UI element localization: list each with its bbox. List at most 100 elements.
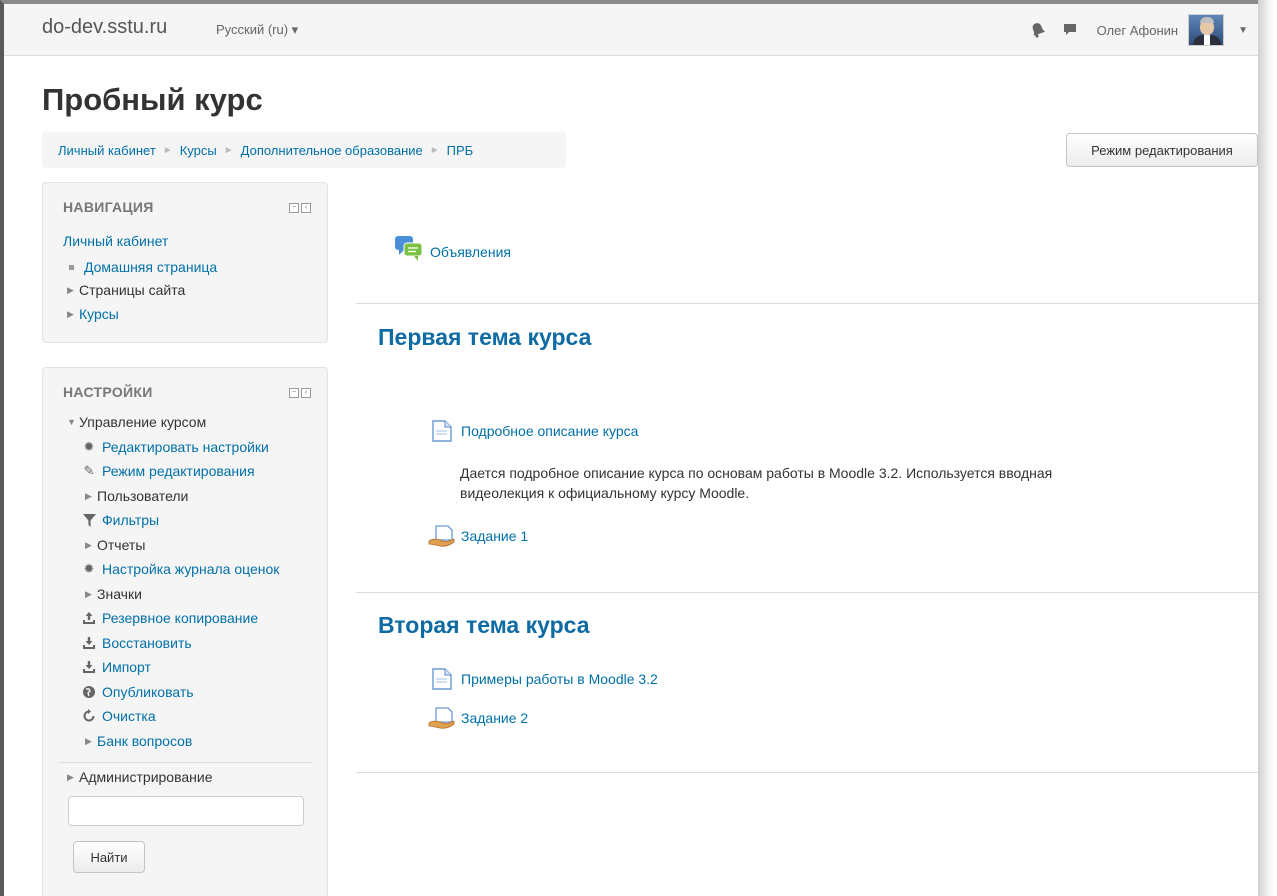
pencil-icon: ✎: [83, 463, 95, 478]
collapse-arrow-icon: ▼: [67, 417, 76, 427]
breadcrumb-course[interactable]: ПРБ: [447, 143, 474, 158]
settings-filters[interactable]: Фильтры: [81, 512, 159, 528]
activity-assignment[interactable]: Задание 2: [428, 706, 528, 730]
block-controls: − ‹: [289, 388, 311, 398]
settings-question-bank[interactable]: ▶ Банк вопросов: [85, 733, 192, 749]
site-brand-link[interactable]: do-dev.sstu.ru: [42, 16, 167, 39]
section-divider: [356, 772, 1262, 773]
window-shadow: [1258, 0, 1277, 896]
section-divider: [356, 592, 1262, 593]
activity-page[interactable]: Подробное описание курса: [432, 420, 638, 442]
expand-arrow-icon: ▶: [85, 490, 92, 501]
download-icon: [81, 635, 97, 651]
navigation-block-title: НАВИГАЦИЯ: [63, 199, 154, 215]
top-navbar: do-dev.sstu.ru Русский (ru) ▾ Олег Афони…: [4, 4, 1262, 56]
settings-divider: [59, 762, 313, 763]
settings-item-label: Значки: [97, 586, 142, 602]
nav-item-home[interactable]: Домашняя страница: [65, 259, 217, 275]
settings-restore[interactable]: Восстановить: [81, 635, 192, 651]
activity-label: Задание 2: [461, 710, 529, 726]
user-menu-caret-icon[interactable]: ▼: [1238, 25, 1248, 36]
block-controls: − ‹: [289, 203, 311, 213]
gear-icon: ✹: [83, 439, 95, 454]
breadcrumb-separator-icon: ►: [162, 144, 173, 156]
breadcrumb-separator-icon: ►: [223, 144, 234, 156]
settings-item-label: Редактировать настройки: [102, 439, 269, 455]
settings-item-label: Импорт: [102, 659, 151, 675]
nav-item-label: Домашняя страница: [84, 259, 218, 275]
breadcrumb-category[interactable]: Дополнительное образование: [241, 143, 423, 158]
browser-page: do-dev.sstu.ru Русский (ru) ▾ Олег Афони…: [0, 0, 1262, 896]
notifications-bell-icon[interactable]: [1027, 19, 1049, 41]
activity-label: Подробное описание курса: [461, 423, 639, 439]
assignment-icon: [428, 706, 456, 730]
settings-item-label: Управление курсом: [79, 414, 207, 430]
settings-badges[interactable]: ▶ Значки: [85, 586, 142, 602]
nav-dashboard-label: Личный кабинет: [63, 233, 169, 249]
edit-mode-button[interactable]: Режим редактирования: [1066, 133, 1258, 167]
settings-item-label: Фильтры: [102, 512, 160, 528]
nav-item-site-pages[interactable]: ▶ Страницы сайта: [67, 282, 185, 298]
settings-edit-settings[interactable]: ✹ Редактировать настройки: [81, 439, 269, 455]
language-menu[interactable]: Русский (ru) ▾: [216, 22, 298, 38]
nav-item-label: Курсы: [79, 306, 119, 322]
nav-dashboard-link[interactable]: Личный кабинет: [63, 233, 168, 249]
activity-label: Примеры работы в Moodle 3.2: [461, 671, 658, 687]
page-icon: [432, 668, 452, 690]
settings-item-label: Опубликовать: [102, 684, 194, 700]
activity-assignment[interactable]: Задание 1: [428, 524, 528, 548]
nav-item-courses[interactable]: ▶ Курсы: [67, 306, 119, 322]
settings-gradebook-setup[interactable]: ✹ Настройка журнала оценок: [81, 561, 280, 577]
settings-item-label: Администрирование: [79, 769, 213, 785]
settings-item-label: Пользователи: [97, 488, 189, 504]
settings-users[interactable]: ▶ Пользователи: [85, 488, 188, 504]
settings-item-label: Настройка журнала оценок: [102, 561, 280, 577]
breadcrumb: Личный кабинет ► Курсы ► Дополнительное …: [42, 132, 566, 168]
user-name[interactable]: Олег Афонин: [1097, 23, 1179, 38]
activity-page[interactable]: Примеры работы в Moodle 3.2: [432, 668, 658, 690]
page-title: Пробный курс: [42, 82, 263, 117]
settings-backup[interactable]: Резервное копирование: [81, 610, 258, 626]
gear-icon: ✹: [83, 561, 95, 576]
settings-edit-mode[interactable]: ✎ Режим редактирования: [81, 463, 255, 479]
settings-item-label: Отчеты: [97, 537, 146, 553]
dock-block-icon[interactable]: ‹: [301, 203, 311, 213]
forum-icon: [394, 234, 424, 262]
expand-arrow-icon: ▶: [67, 771, 74, 782]
globe-icon: [81, 684, 97, 700]
settings-reports[interactable]: ▶ Отчеты: [85, 537, 145, 553]
settings-block: НАСТРОЙКИ − ‹ ▼ Управление курсом ✹ Реда…: [42, 367, 328, 896]
section-title[interactable]: Вторая тема курса: [378, 612, 590, 639]
search-button[interactable]: Найти: [73, 841, 145, 873]
expand-arrow-icon: ▶: [67, 308, 74, 319]
section-title[interactable]: Первая тема курса: [378, 324, 591, 351]
collapse-block-icon[interactable]: −: [289, 388, 299, 398]
navigation-block: НАВИГАЦИЯ − ‹ Личный кабинет Домашняя ст…: [42, 182, 328, 343]
messages-chat-icon[interactable]: [1059, 19, 1081, 41]
section-divider: [356, 303, 1262, 304]
user-avatar[interactable]: [1188, 14, 1225, 46]
page-icon: [432, 420, 452, 442]
announcements-activity[interactable]: Объявления: [394, 234, 511, 262]
settings-site-admin[interactable]: ▶ Администрирование: [67, 769, 213, 785]
expand-arrow-icon: ▶: [85, 539, 92, 550]
settings-course-admin[interactable]: ▼ Управление курсом: [67, 414, 206, 430]
breadcrumb-separator-icon: ►: [429, 144, 440, 156]
breadcrumb-courses[interactable]: Курсы: [180, 143, 217, 158]
dock-block-icon[interactable]: ‹: [301, 388, 311, 398]
settings-publish[interactable]: Опубликовать: [81, 684, 194, 700]
activity-description: Дается подробное описание курса по основ…: [460, 465, 1053, 501]
settings-item-label: Восстановить: [102, 635, 192, 651]
nav-item-label: Страницы сайта: [79, 282, 186, 298]
collapse-block-icon[interactable]: −: [289, 203, 299, 213]
settings-item-label: Банк вопросов: [97, 733, 193, 749]
settings-import[interactable]: Импорт: [81, 659, 151, 675]
assignment-icon: [428, 524, 456, 548]
user-menu-area: Олег Афонин ▼: [1027, 14, 1248, 46]
breadcrumb-dashboard[interactable]: Личный кабинет: [58, 143, 156, 158]
refresh-icon: [81, 708, 97, 724]
settings-item-label: Резервное копирование: [102, 610, 259, 626]
settings-block-title: НАСТРОЙКИ: [63, 384, 153, 400]
settings-reset[interactable]: Очистка: [81, 708, 156, 724]
settings-search-input[interactable]: [68, 796, 304, 826]
